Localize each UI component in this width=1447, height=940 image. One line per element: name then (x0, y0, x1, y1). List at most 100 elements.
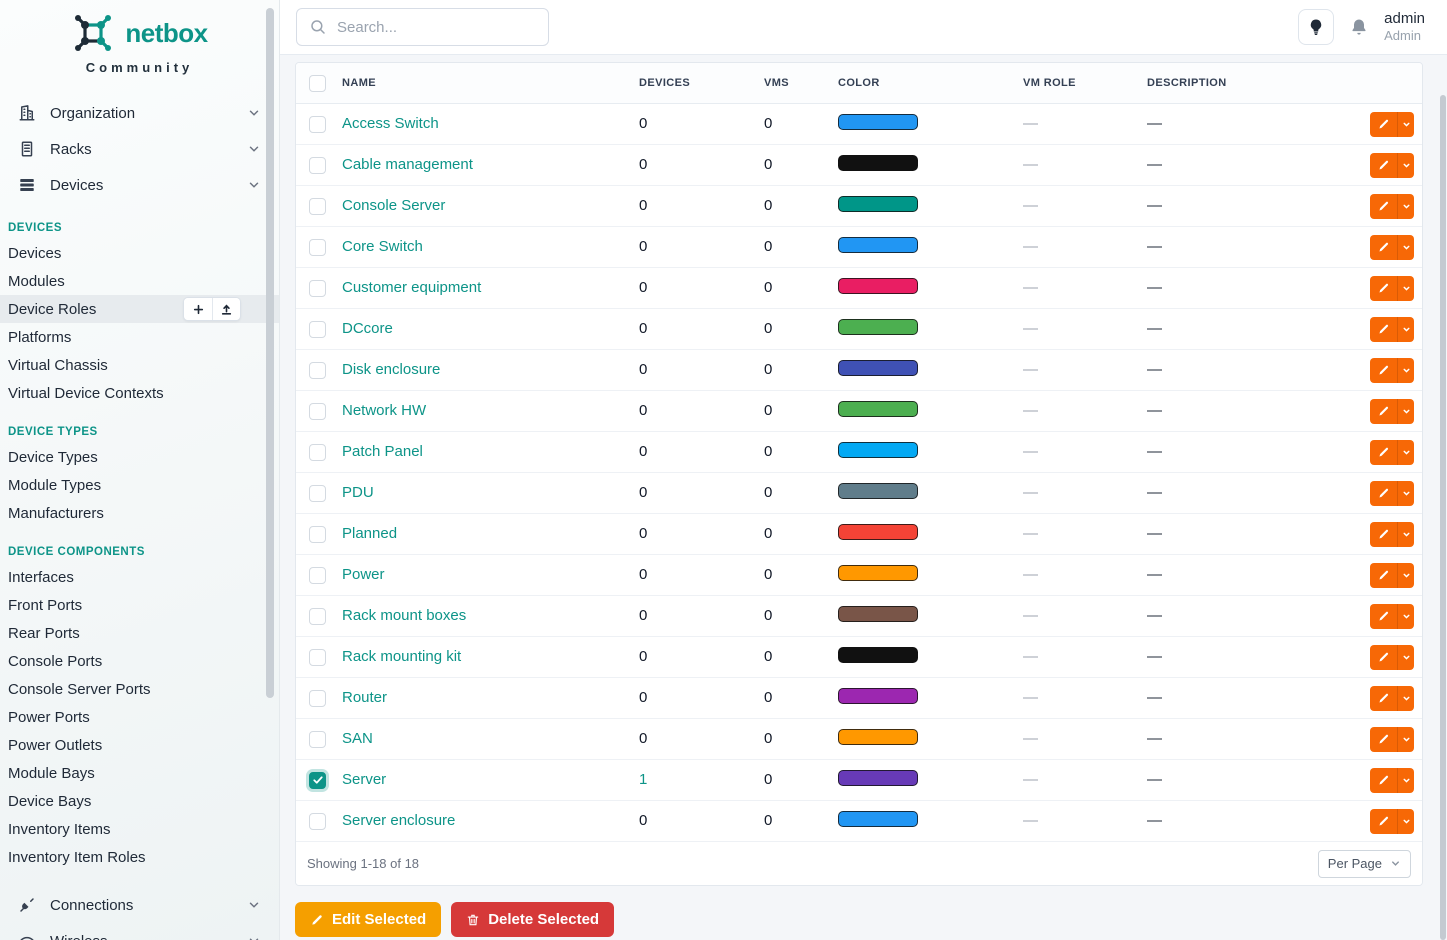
row-checkbox[interactable] (309, 608, 326, 625)
sidebar-item-front-ports[interactable]: Front Ports (0, 591, 279, 619)
sidebar-item-modules[interactable]: Modules (0, 267, 279, 295)
sidebar-item-wireless[interactable]: Wireless (10, 923, 269, 940)
sidebar-item-device-bays[interactable]: Device Bays (0, 787, 279, 815)
row-edit-button[interactable] (1370, 481, 1397, 506)
device-role-link[interactable]: Network HW (342, 402, 426, 419)
device-role-link[interactable]: Router (342, 689, 387, 706)
row-edit-dropdown[interactable] (1397, 153, 1414, 178)
row-checkbox[interactable] (309, 157, 326, 174)
row-edit-dropdown[interactable] (1397, 563, 1414, 588)
sidebar-item-connections[interactable]: Connections (10, 887, 269, 923)
row-checkbox[interactable] (309, 403, 326, 420)
device-role-link[interactable]: Rack mounting kit (342, 648, 461, 665)
row-edit-dropdown[interactable] (1397, 645, 1414, 670)
device-role-link[interactable]: Planned (342, 525, 397, 542)
row-edit-button[interactable] (1370, 276, 1397, 301)
sidebar-item-device-types[interactable]: Device Types (0, 443, 279, 471)
sidebar-item-power-ports[interactable]: Power Ports (0, 703, 279, 731)
device-role-link[interactable]: Cable management (342, 156, 473, 173)
sidebar-item-devices[interactable]: Devices (0, 239, 279, 267)
row-edit-button[interactable] (1370, 358, 1397, 383)
device-role-link[interactable]: Rack mount boxes (342, 607, 466, 624)
row-checkbox[interactable] (309, 772, 326, 789)
sidebar-item-power-outlets[interactable]: Power Outlets (0, 731, 279, 759)
row-checkbox[interactable] (309, 526, 326, 543)
row-checkbox[interactable] (309, 813, 326, 830)
sidebar-item-virtual-chassis[interactable]: Virtual Chassis (0, 351, 279, 379)
device-role-link[interactable]: Access Switch (342, 115, 439, 132)
sidebar-item-rear-ports[interactable]: Rear Ports (0, 619, 279, 647)
sidebar-item-inventory-item-roles[interactable]: Inventory Item Roles (0, 843, 279, 871)
row-edit-button[interactable] (1370, 727, 1397, 752)
row-checkbox[interactable] (309, 731, 326, 748)
device-role-link[interactable]: Customer equipment (342, 279, 481, 296)
device-role-link[interactable]: PDU (342, 484, 374, 501)
row-edit-dropdown[interactable] (1397, 440, 1414, 465)
row-edit-button[interactable] (1370, 604, 1397, 629)
sidebar-item-virtual-device-contexts[interactable]: Virtual Device Contexts (0, 379, 279, 407)
device-role-link[interactable]: Disk enclosure (342, 361, 440, 378)
per-page-select[interactable]: Per Page (1318, 850, 1411, 878)
row-edit-dropdown[interactable] (1397, 768, 1414, 793)
edit-selected-button[interactable]: Edit Selected (295, 902, 441, 937)
user-menu[interactable]: admin Admin (1384, 10, 1425, 45)
delete-selected-button[interactable]: Delete Selected (451, 902, 614, 937)
row-edit-dropdown[interactable] (1397, 727, 1414, 752)
device-role-link[interactable]: Console Server (342, 197, 445, 214)
sidebar-item-console-ports[interactable]: Console Ports (0, 647, 279, 675)
row-edit-dropdown[interactable] (1397, 686, 1414, 711)
row-edit-button[interactable] (1370, 112, 1397, 137)
row-edit-button[interactable] (1370, 563, 1397, 588)
sidebar-item-module-types[interactable]: Module Types (0, 471, 279, 499)
row-edit-button[interactable] (1370, 768, 1397, 793)
theme-toggle-button[interactable] (1298, 9, 1334, 45)
select-all-checkbox[interactable] (309, 75, 326, 92)
row-edit-button[interactable] (1370, 440, 1397, 465)
row-edit-dropdown[interactable] (1397, 358, 1414, 383)
row-edit-button[interactable] (1370, 399, 1397, 424)
device-role-link[interactable]: SAN (342, 730, 373, 747)
row-edit-dropdown[interactable] (1397, 276, 1414, 301)
row-checkbox[interactable] (309, 239, 326, 256)
brand[interactable]: netbox Community (0, 8, 279, 87)
sidebar-item-interfaces[interactable]: Interfaces (0, 563, 279, 591)
row-edit-dropdown[interactable] (1397, 399, 1414, 424)
row-edit-button[interactable] (1370, 317, 1397, 342)
row-edit-button[interactable] (1370, 235, 1397, 260)
import-button[interactable] (212, 298, 240, 320)
sidebar-item-inventory-items[interactable]: Inventory Items (0, 815, 279, 843)
row-edit-dropdown[interactable] (1397, 317, 1414, 342)
device-role-link[interactable]: Patch Panel (342, 443, 423, 460)
device-role-link[interactable]: Server (342, 771, 386, 788)
notifications-button[interactable] (1349, 17, 1369, 37)
sidebar-item-device-roles[interactable]: Device Roles (0, 295, 279, 323)
row-edit-button[interactable] (1370, 522, 1397, 547)
row-edit-dropdown[interactable] (1397, 194, 1414, 219)
sidebar-item-organization[interactable]: Organization (10, 95, 269, 131)
row-edit-button[interactable] (1370, 809, 1397, 834)
devices-count-link[interactable]: 1 (639, 771, 647, 788)
row-edit-dropdown[interactable] (1397, 235, 1414, 260)
row-checkbox[interactable] (309, 321, 326, 338)
search-input[interactable] (337, 19, 536, 36)
row-checkbox[interactable] (309, 116, 326, 133)
sidebar-item-platforms[interactable]: Platforms (0, 323, 279, 351)
row-edit-dropdown[interactable] (1397, 604, 1414, 629)
sidebar-item-devices[interactable]: Devices (10, 167, 269, 203)
sidebar-item-racks[interactable]: Racks (10, 131, 269, 167)
row-checkbox[interactable] (309, 444, 326, 461)
row-checkbox[interactable] (309, 198, 326, 215)
row-edit-dropdown[interactable] (1397, 112, 1414, 137)
device-role-link[interactable]: Core Switch (342, 238, 423, 255)
row-checkbox[interactable] (309, 649, 326, 666)
row-checkbox[interactable] (309, 362, 326, 379)
sidebar-item-manufacturers[interactable]: Manufacturers (0, 499, 279, 527)
sidebar-item-module-bays[interactable]: Module Bays (0, 759, 279, 787)
sidebar-scrollbar[interactable] (266, 8, 274, 698)
device-role-link[interactable]: DCcore (342, 320, 393, 337)
row-edit-button[interactable] (1370, 194, 1397, 219)
row-edit-button[interactable] (1370, 686, 1397, 711)
device-role-link[interactable]: Power (342, 566, 385, 583)
add-button[interactable] (184, 298, 212, 320)
row-checkbox[interactable] (309, 280, 326, 297)
